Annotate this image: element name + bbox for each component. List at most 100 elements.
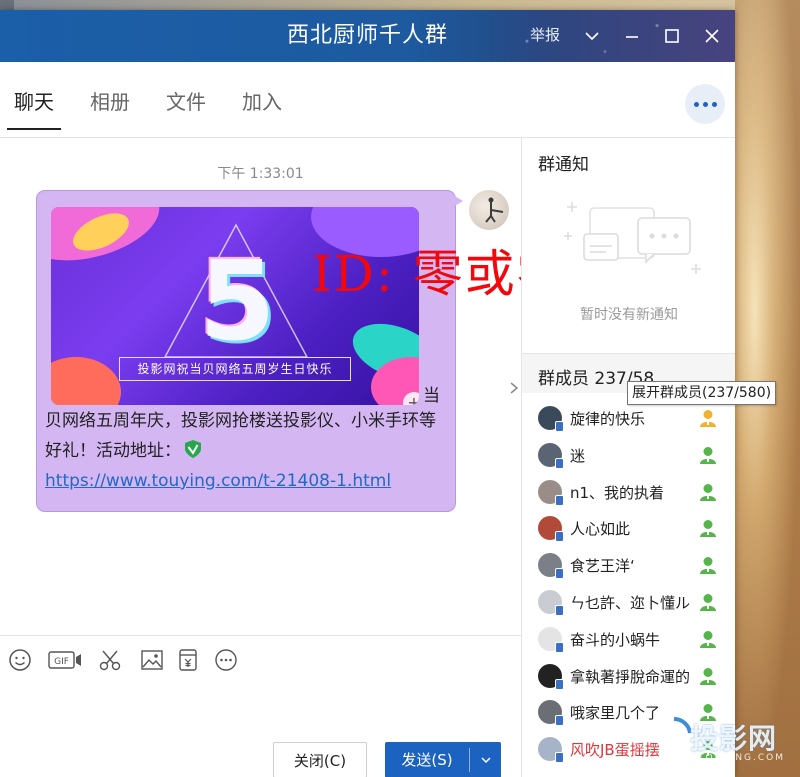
more-circle-icon: [215, 649, 237, 671]
member-avatar: [538, 553, 564, 580]
member-row[interactable]: 迷: [522, 437, 735, 474]
report-button[interactable]: 举报: [530, 24, 560, 45]
mobile-online-icon: [555, 568, 564, 580]
mobile-online-icon: [555, 457, 564, 469]
member-name: 奋斗的小蜗牛: [570, 630, 661, 649]
send-button-divider: [469, 748, 470, 772]
member-name: 旋律的快乐: [570, 410, 646, 428]
owner-badge-icon: [698, 408, 718, 428]
mobile-online-icon: [555, 752, 564, 764]
tab-bar: 聊天 相册 文件 加入: [0, 62, 735, 138]
input-toolbar: GIF: [0, 635, 521, 683]
member-avatar: [538, 442, 564, 469]
desktop-background-top: [0, 0, 800, 10]
tab-files[interactable]: 文件: [166, 86, 206, 126]
member-badge-icon: [698, 445, 718, 465]
mobile-online-icon: [555, 421, 564, 432]
mobile-online-icon: [555, 605, 564, 616]
member-row[interactable]: n1、我的执着: [522, 474, 735, 511]
member-name: 迷: [570, 446, 586, 465]
site-watermark: 投影网 TOUYING.COM: [654, 713, 800, 769]
emoji-button[interactable]: [6, 648, 34, 672]
message-link[interactable]: https://www.touying.com/t-21408-1.html: [45, 471, 391, 491]
notice-empty-text: 暂时没有新通知: [580, 307, 678, 323]
member-name: 拿執著掙脫命運的: [570, 667, 690, 686]
mobile-online-icon: [555, 531, 564, 543]
member-row[interactable]: 奋斗的小蜗牛: [522, 621, 735, 658]
tab-join[interactable]: 加入: [242, 86, 282, 126]
image-button[interactable]: [138, 648, 166, 672]
member-avatar: [538, 700, 564, 727]
sender-avatar[interactable]: [469, 190, 509, 230]
mobile-online-icon: [555, 641, 564, 653]
mobile-online-icon: [555, 494, 564, 506]
member-name: ㄣ乜許、迩卜懂ル: [570, 594, 690, 612]
gif-icon: GIF: [48, 651, 81, 669]
send-options-button[interactable]: [471, 742, 501, 777]
member-row[interactable]: 食艺王洋‘: [522, 547, 735, 584]
member-row[interactable]: 旋律的快乐: [522, 400, 735, 437]
chat-area[interactable]: 下午 1:33:01 5 投影网祝当贝网络五周岁生日快乐 + 当 贝网络五周年庆…: [0, 138, 567, 635]
member-row[interactable]: 人心如此: [522, 510, 735, 547]
watermark-subtext: TOUYING.COM: [698, 753, 786, 763]
banner-number: 5: [199, 237, 276, 365]
collapse-panel-button[interactable]: [507, 376, 521, 406]
message-text-prefix: 当: [423, 386, 440, 406]
svg-text:GIF: GIF: [54, 657, 69, 667]
message-input[interactable]: [0, 683, 521, 739]
member-name: 食艺王洋‘: [570, 557, 635, 576]
more-dot-icon: [702, 101, 708, 107]
maximize-icon: [665, 29, 679, 43]
member-avatar: [538, 737, 564, 764]
more-dot-icon: [693, 101, 699, 107]
dropdown-button[interactable]: [576, 20, 608, 52]
minimize-button[interactable]: [616, 20, 648, 52]
member-badge-icon: [698, 666, 718, 686]
red-packet-icon: [179, 649, 197, 671]
maximize-button[interactable]: [656, 20, 688, 52]
member-row[interactable]: 拿執著掙脫命運的: [522, 658, 735, 695]
scissors-icon: [99, 650, 121, 671]
chevron-down-icon: [585, 32, 599, 41]
smiley-icon: [9, 649, 31, 671]
gif-button[interactable]: GIF: [48, 648, 82, 672]
title-bar[interactable]: 西北厨师千人群 举报: [0, 10, 735, 62]
member-badge-icon: [698, 482, 718, 502]
members-tooltip: 展开群成员(237/580): [627, 381, 777, 405]
notice-title: 群通知: [538, 155, 589, 175]
minimize-icon: [626, 36, 638, 38]
message-text: 贝网络五周年庆，投影网抢楼送投影仪、小米手环等好礼！活动地址： https://…: [45, 406, 449, 496]
more-options-button[interactable]: [685, 84, 725, 124]
member-avatar: [538, 406, 564, 432]
send-button-label: 发送(S): [401, 751, 453, 769]
tab-album[interactable]: 相册: [90, 86, 130, 126]
screenshot-button[interactable]: [96, 648, 124, 672]
member-badge-icon: [698, 518, 718, 538]
member-avatar: [538, 626, 564, 653]
close-icon: [705, 29, 719, 43]
watermark-text: 投影网: [690, 722, 778, 755]
member-avatar: [538, 663, 564, 690]
tab-chat[interactable]: 聊天: [7, 86, 61, 130]
member-badge-icon: [698, 555, 718, 575]
close-button[interactable]: 关闭(C): [273, 742, 367, 777]
chevron-right-icon: [510, 382, 519, 394]
mobile-online-icon: [555, 715, 564, 727]
more-dot-icon: [711, 101, 717, 107]
red-packet-button[interactable]: [174, 648, 202, 672]
mobile-online-icon: [555, 678, 564, 690]
empty-notice-illustration-icon: [564, 202, 701, 274]
member-name: 人心如此: [570, 520, 631, 539]
more-tools-button[interactable]: [212, 648, 240, 672]
avatar-figure-icon: [485, 197, 504, 223]
chevron-down-icon: [481, 757, 491, 764]
group-chat-window: 西北厨师千人群 举报 聊天 相册 文件 加入 下午 1:33:01 5 投影网祝…: [0, 10, 735, 777]
member-badge-icon: [698, 629, 718, 649]
member-name: n1、我的执着: [570, 483, 665, 502]
send-button[interactable]: 发送(S): [385, 742, 501, 777]
message-body: 贝网络五周年庆，投影网抢楼送投影仪、小米手环等好礼！活动地址：: [45, 411, 436, 461]
member-row[interactable]: ㄣ乜許、迩卜懂ル: [522, 584, 735, 621]
side-panel: 群通知 暂时没有新通知 群成员 237/58 旋律的快乐迷 n1、我的执着 人心如此…: [521, 138, 735, 777]
member-avatar: [538, 590, 564, 616]
close-window-button[interactable]: [696, 20, 728, 52]
